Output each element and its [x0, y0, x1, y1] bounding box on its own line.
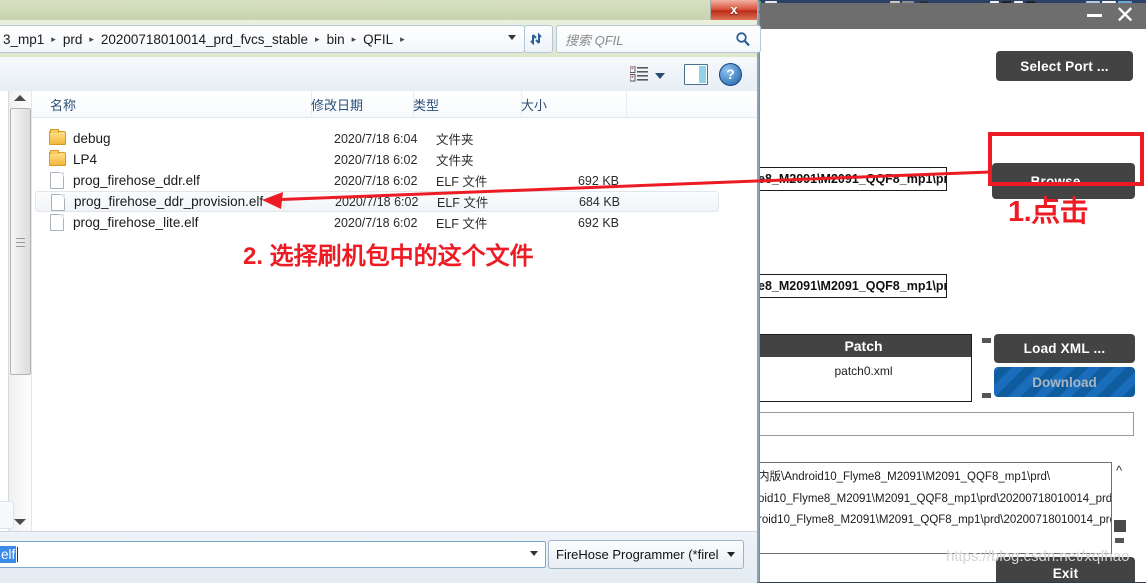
exit-button[interactable]: Exit: [996, 557, 1135, 582]
chevron-down-icon[interactable]: [727, 552, 735, 557]
file-icon: [50, 214, 64, 231]
qfil-titlebar: ✕: [760, 3, 1146, 29]
file-date: 2020/7/18 6:02: [335, 195, 418, 209]
column-header-name[interactable]: 名称: [41, 91, 312, 117]
breadcrumb-separator: ▸: [395, 34, 410, 45]
navigation-pane: [0, 91, 32, 531]
scroll-up-icon[interactable]: ^: [1116, 466, 1122, 476]
browse-highlight-box: [988, 132, 1144, 186]
minimize-icon[interactable]: [1087, 14, 1102, 17]
navigation-item[interactable]: [0, 501, 14, 529]
scrollbar-thumb[interactable]: [10, 108, 31, 375]
file-type: 文件夹: [436, 150, 474, 169]
file-icon: [51, 194, 65, 211]
file-name: prog_firehose_ddr_provision.elf: [74, 194, 263, 209]
file-name: LP4: [73, 152, 97, 167]
view-options-icon[interactable]: [630, 66, 649, 82]
file-open-dialog: x 3_mp1 ▸ prd ▸ 20200718010014_prd_fvcs_…: [0, 0, 759, 582]
file-name: prog_firehose_ddr.elf: [73, 173, 200, 188]
close-button[interactable]: x: [710, 0, 758, 22]
filename-input[interactable]: elf: [0, 541, 546, 568]
breadcrumb-item-2[interactable]: 20200718010014_prd_fvcs_stable: [99, 32, 310, 47]
file-type: ELF 文件: [436, 213, 487, 232]
scrollbar-thumb[interactable]: [1114, 518, 1126, 534]
qfil-window: ✕ Select Port ... e8_M2091\M2091_QQF8_mp…: [760, 3, 1146, 582]
column-header-type[interactable]: 类型: [404, 91, 522, 117]
filetype-value: FireHose Programmer (*firel: [556, 547, 719, 562]
scroll-up-icon[interactable]: [14, 95, 26, 101]
breadcrumb-item-1[interactable]: prd: [61, 32, 85, 47]
table-row[interactable]: prog_firehose_lite.elf 2020/7/18 6:02 EL…: [32, 212, 757, 233]
file-size: 692 KB: [544, 174, 619, 188]
table-row[interactable]: prog_firehose_ddr.elf 2020/7/18 6:02 ELF…: [32, 170, 757, 191]
breadcrumb-separator: ▸: [46, 34, 61, 45]
preview-pane-fill: [699, 66, 706, 83]
breadcrumb-separator: ▸: [310, 34, 325, 45]
download-button[interactable]: Download: [994, 367, 1135, 397]
log-line: oid10_Flyme8_M2091\M2091_QQF8_mp1\prd\20…: [760, 493, 1111, 505]
file-list-header: 名称 修改日期 类型 大小: [32, 91, 757, 118]
dialog-titlebar: [0, 0, 757, 20]
file-date: 2020/7/18 6:04: [334, 132, 417, 146]
log-line: roid10_Flyme8_M2091\M2091_QQF8_mp1\prd\2…: [760, 514, 1111, 526]
chevron-down-icon[interactable]: [530, 551, 538, 556]
address-bar[interactable]: 3_mp1 ▸ prd ▸ 20200718010014_prd_fvcs_st…: [0, 25, 525, 53]
qfil-body: Select Port ... e8_M2091\M2091_QQF8_mp1\…: [760, 29, 1146, 582]
close-icon[interactable]: ✕: [1112, 5, 1138, 29]
table-row[interactable]: LP4 2020/7/18 6:02 文件夹: [32, 149, 757, 170]
file-list: 名称 修改日期 类型 大小 debug 2020/7/18 6:04 文件夹 L…: [32, 91, 757, 531]
text-caret: [17, 547, 18, 562]
refresh-icon[interactable]: [524, 25, 553, 53]
filetype-select[interactable]: FireHose Programmer (*firel: [548, 540, 744, 569]
file-name: debug: [73, 131, 111, 146]
annotation-step-1: 1.点击: [1008, 188, 1088, 230]
load-xml-button[interactable]: Load XML ...: [994, 334, 1135, 363]
breadcrumb-item-4[interactable]: QFIL: [361, 32, 395, 47]
preview-pane-icon[interactable]: [684, 64, 708, 85]
search-placeholder: 搜索 QFIL: [565, 30, 624, 49]
search-input[interactable]: 搜索 QFIL: [556, 25, 761, 53]
file-size: 684 KB: [545, 195, 620, 209]
breadcrumb-item-3[interactable]: bin: [325, 32, 347, 47]
folder-icon: [49, 131, 66, 145]
column-header-blank[interactable]: [617, 91, 766, 117]
chevron-down-icon[interactable]: [655, 73, 665, 79]
scroll-down-icon[interactable]: [1115, 538, 1124, 543]
table-row-selected[interactable]: prog_firehose_ddr_provision.elf 2020/7/1…: [35, 191, 719, 212]
file-name: prog_firehose_lite.elf: [73, 215, 198, 230]
help-icon[interactable]: ?: [719, 63, 742, 86]
column-header-date[interactable]: 修改日期: [302, 91, 414, 117]
file-date: 2020/7/18 6:02: [334, 216, 417, 230]
breadcrumb-separator: ▸: [347, 34, 362, 45]
programmer-path-field[interactable]: e8_M2091\M2091_QQF8_mp1\prd\2: [760, 167, 947, 191]
file-size: 692 KB: [544, 216, 619, 230]
log-scrollbar[interactable]: ^: [1112, 462, 1128, 552]
select-port-button[interactable]: Select Port ...: [996, 51, 1133, 81]
status-field[interactable]: [760, 412, 1134, 436]
file-date: 2020/7/18 6:02: [334, 174, 417, 188]
log-line: 内版\Android10_Flyme8_M2091\M2091_QQF8_mp1…: [760, 468, 1111, 484]
log-output: 内版\Android10_Flyme8_M2091\M2091_QQF8_mp1…: [760, 462, 1112, 554]
address-bar-row: 3_mp1 ▸ prd ▸ 20200718010014_prd_fvcs_st…: [0, 20, 757, 57]
toolbar: ?: [0, 57, 757, 92]
chevron-down-icon[interactable]: [508, 35, 516, 40]
file-date: 2020/7/18 6:02: [334, 153, 417, 167]
navigation-scrollbar[interactable]: [8, 91, 31, 531]
annotation-step-2: 2. 选择刷机包中的这个文件: [243, 236, 534, 271]
file-type: ELF 文件: [437, 192, 488, 211]
search-icon: [735, 31, 751, 47]
column-header-size[interactable]: 大小: [512, 91, 627, 117]
breadcrumb-separator: ▸: [84, 34, 99, 45]
folder-icon: [49, 152, 66, 166]
table-row[interactable]: debug 2020/7/18 6:04 文件夹: [32, 128, 757, 149]
breadcrumb-item-0[interactable]: 3_mp1: [1, 32, 46, 47]
filename-row: elf FireHose Programmer (*firel: [0, 531, 757, 583]
scroll-down-icon[interactable]: [14, 519, 26, 525]
file-type: ELF 文件: [436, 171, 487, 190]
secondary-path-field[interactable]: e8_M2091\M2091_QQF8_mp1\prd\2: [760, 274, 947, 298]
file-type: 文件夹: [436, 129, 474, 148]
filename-value: elf: [0, 546, 16, 563]
file-icon: [50, 172, 64, 189]
